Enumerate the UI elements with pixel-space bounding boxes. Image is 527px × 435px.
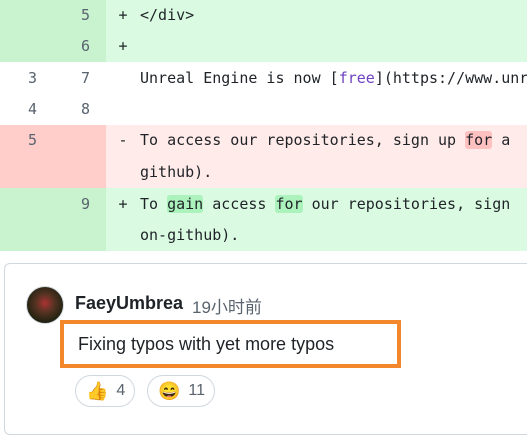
new-line-number[interactable]: 6 xyxy=(53,31,106,62)
diff-view: 5 + </div> 6 +3 7 Unreal Engine is now [free](… xyxy=(0,0,527,251)
code-text: Unreal Engine is now [free](https://www.… xyxy=(140,69,527,87)
diff-line: 9 + To gain access for our repositories, s… xyxy=(0,188,527,220)
diff-sign: + xyxy=(118,37,128,55)
old-line-number[interactable] xyxy=(0,220,53,251)
code-text: </div> xyxy=(140,6,195,24)
comment-time[interactable]: 19小时前 xyxy=(192,293,262,318)
new-line-number[interactable]: 8 xyxy=(53,94,106,125)
diff-line: 6 + xyxy=(0,31,527,62)
code-text: To access our repositories, sign up for … xyxy=(140,131,511,149)
code-text: To gain access for our repositories, sig… xyxy=(140,195,511,213)
old-line-number[interactable]: 4 xyxy=(0,94,53,125)
diff-line: github). xyxy=(0,156,527,188)
code-text: github). xyxy=(140,163,213,181)
diff-sign xyxy=(106,62,140,94)
diff-line: 5 - To access our repositories, sign up fo… xyxy=(0,125,527,156)
new-line-number[interactable] xyxy=(53,156,106,188)
highlight-box: Fixing typos with yet more typos xyxy=(60,320,401,368)
diff-sign: - xyxy=(118,131,128,149)
diff-sign xyxy=(106,220,140,251)
old-line-number[interactable] xyxy=(0,0,53,31)
new-line-number[interactable] xyxy=(53,125,106,156)
diff-sign: + xyxy=(118,6,128,24)
old-line-number[interactable] xyxy=(0,188,53,220)
old-line-number[interactable]: 5 xyxy=(0,125,53,156)
diff-sign xyxy=(106,156,140,188)
reaction-thumbs-up[interactable]: 👍 4 xyxy=(75,375,135,407)
diff-sign xyxy=(106,94,140,125)
old-line-number[interactable] xyxy=(0,31,53,62)
diff-line: 3 7 Unreal Engine is now [free](https://ww… xyxy=(0,62,527,94)
new-line-number[interactable]: 7 xyxy=(53,62,106,94)
new-line-number[interactable] xyxy=(53,220,106,251)
reaction-count: 11 xyxy=(188,382,206,399)
new-line-number[interactable]: 9 xyxy=(53,188,106,220)
comment-author[interactable]: FaeyUmbrea xyxy=(75,293,183,314)
old-line-number[interactable] xyxy=(0,156,53,188)
old-line-number[interactable]: 3 xyxy=(0,62,53,94)
comment-card: FaeyUmbrea 19小时前 Fixing typos with yet m… xyxy=(4,263,527,435)
reaction-laugh[interactable]: 😄 11 xyxy=(147,375,215,407)
thumbs-up-icon: 👍 xyxy=(86,381,109,401)
laugh-icon: 😄 xyxy=(158,381,181,401)
avatar[interactable] xyxy=(26,286,64,324)
reaction-count: 4 xyxy=(116,382,126,399)
diff-line: 5 + </div> xyxy=(0,0,527,31)
comment-body: Fixing typos with yet more typos xyxy=(78,334,335,354)
diff-line: on-github). xyxy=(0,220,527,251)
diff-sign: + xyxy=(118,195,128,213)
code-text: on-github). xyxy=(140,226,240,244)
new-line-number[interactable]: 5 xyxy=(53,0,106,31)
diff-line: 48 xyxy=(0,94,527,125)
